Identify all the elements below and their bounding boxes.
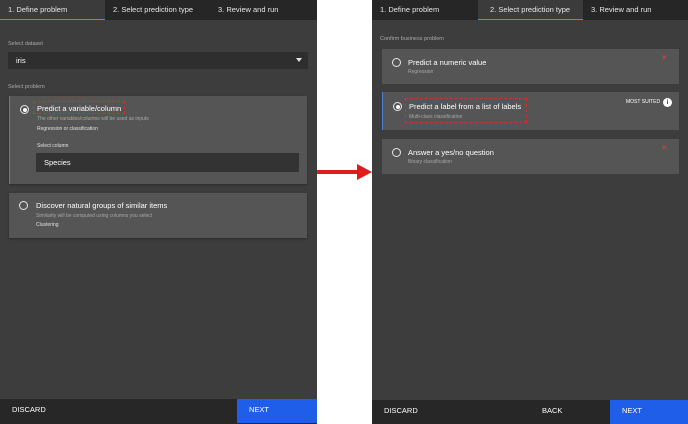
dataset-value: iris xyxy=(16,56,26,65)
next-button[interactable]: NEXT xyxy=(610,400,688,424)
option-predict-numeric[interactable]: Predict a numeric value Regression × xyxy=(382,49,679,84)
annotation-highlight-box xyxy=(33,101,125,114)
option-description: Similarity will be computed using column… xyxy=(36,213,153,219)
radio-selected-icon[interactable] xyxy=(393,102,402,111)
screenshot-root: 1. Define problem 2. Select prediction t… xyxy=(0,0,688,424)
option-predict-label[interactable]: Predict a label from a list of labels Mu… xyxy=(382,92,679,130)
option-title: Answer a yes/no question xyxy=(408,148,494,157)
select-column-label: Select column xyxy=(37,143,69,149)
tab-review-and-run[interactable]: 3. Review and run xyxy=(210,0,317,20)
discard-button[interactable]: DISCARD xyxy=(384,400,434,424)
select-problem-label: Select problem xyxy=(8,84,45,90)
red-right-arrow-icon xyxy=(317,164,372,180)
back-button[interactable]: BACK xyxy=(542,400,582,424)
next-button[interactable]: NEXT xyxy=(237,399,317,423)
footer-bar: DISCARD NEXT xyxy=(0,399,317,424)
option-discover-groups[interactable]: Discover natural groups of similar items… xyxy=(9,193,307,238)
wizard-tabs: 1. Define problem 2. Select prediction t… xyxy=(372,0,688,20)
radio-unselected-icon[interactable] xyxy=(392,58,401,67)
column-select[interactable]: Species xyxy=(36,153,299,172)
info-icon[interactable]: i xyxy=(663,98,672,107)
option-subtitle: Binary classification xyxy=(408,159,452,165)
close-icon[interactable]: × xyxy=(662,144,667,152)
annotation-highlight-box xyxy=(405,98,527,123)
radio-unselected-icon[interactable] xyxy=(392,148,401,157)
option-title: Discover natural groups of similar items xyxy=(36,201,168,210)
option-description: The other variables/columns will be used… xyxy=(37,116,149,122)
option-subtitle: Regression xyxy=(408,69,434,75)
confirm-business-problem-label: Confirm business problem xyxy=(380,36,444,42)
right-panel-select-prediction: 1. Define problem 2. Select prediction t… xyxy=(372,0,688,424)
option-predict-variable[interactable]: Predict a variable/column The other vari… xyxy=(9,96,307,184)
chevron-down-icon xyxy=(296,58,302,62)
tab-define-problem[interactable]: 1. Define problem xyxy=(0,0,105,20)
close-icon[interactable]: × xyxy=(662,54,667,62)
tab-review-and-run[interactable]: 3. Review and run xyxy=(583,0,688,20)
most-suited-badge: MOST SUITED xyxy=(626,99,661,105)
radio-unselected-icon[interactable] xyxy=(19,201,28,210)
option-subtitle: Regression or classification xyxy=(37,126,98,132)
left-panel-define-problem: 1. Define problem 2. Select prediction t… xyxy=(0,0,317,424)
option-title: Predict a numeric value xyxy=(408,58,487,67)
option-subtitle: Clustering xyxy=(36,222,59,228)
select-dataset-label: Select dataset xyxy=(8,41,43,47)
tab-select-prediction-type[interactable]: 2. Select prediction type xyxy=(105,0,210,20)
option-answer-yes-no[interactable]: Answer a yes/no question Binary classifi… xyxy=(382,139,679,174)
wizard-tabs: 1. Define problem 2. Select prediction t… xyxy=(0,0,317,20)
column-value: Species xyxy=(44,158,71,167)
tab-select-prediction-type[interactable]: 2. Select prediction type xyxy=(478,0,583,20)
discard-button[interactable]: DISCARD xyxy=(12,399,72,423)
footer-bar: DISCARD BACK NEXT xyxy=(372,400,688,424)
radio-selected-icon[interactable] xyxy=(20,105,29,114)
dataset-select[interactable]: iris xyxy=(8,52,308,69)
tab-define-problem[interactable]: 1. Define problem xyxy=(372,0,478,20)
